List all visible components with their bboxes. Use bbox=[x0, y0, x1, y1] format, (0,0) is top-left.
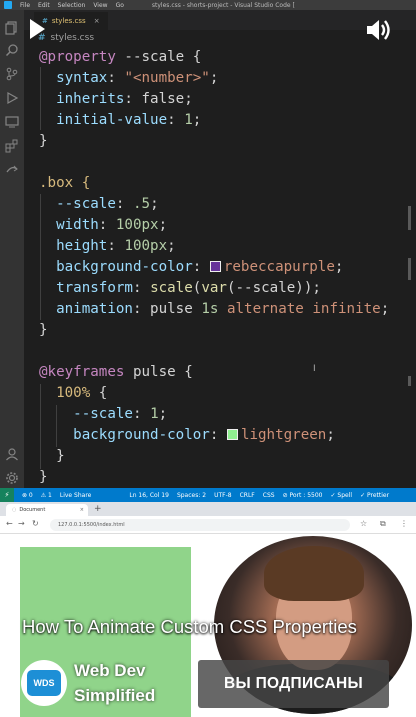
play-icon[interactable] bbox=[28, 18, 46, 40]
live-share-icon[interactable] bbox=[5, 162, 19, 176]
code-line: @keyframes pulse { bbox=[39, 364, 193, 380]
status-language[interactable]: CSS bbox=[263, 492, 275, 499]
status-bar: ⚡ ⊗ 0 ⚠ 1 Live Share Ln 16, Col 19 Space… bbox=[0, 488, 416, 502]
code-line: } bbox=[39, 322, 48, 338]
remote-explorer-icon[interactable] bbox=[5, 114, 19, 128]
code-editor[interactable]: @property --scale { syntax: "<number>"; … bbox=[24, 46, 404, 488]
scroll-mark bbox=[408, 376, 411, 386]
breadcrumb: # styles.css bbox=[38, 30, 94, 46]
remote-indicator-icon[interactable]: ⚡ bbox=[0, 488, 14, 502]
code-line: } bbox=[39, 448, 65, 464]
code-line: background-color: lightgreen; bbox=[39, 427, 335, 443]
extensions-puzzle-icon[interactable]: ⧉ bbox=[380, 519, 386, 529]
menu-edit[interactable]: Edit bbox=[38, 2, 50, 9]
page-favicon-icon: ◌ bbox=[12, 507, 17, 513]
status-spaces[interactable]: Spaces: 2 bbox=[177, 492, 206, 499]
forward-icon[interactable]: → bbox=[18, 519, 25, 528]
scroll-mark bbox=[408, 206, 411, 230]
code-line: } bbox=[39, 133, 48, 149]
window-titlebar: File Edit Selection View Go styles.css -… bbox=[0, 0, 416, 10]
activity-bar bbox=[0, 10, 24, 488]
browser-tab-close-icon[interactable]: × bbox=[80, 507, 84, 513]
accounts-icon[interactable] bbox=[5, 446, 19, 461]
window-title: styles.css - shorts-project - Visual Stu… bbox=[151, 1, 295, 9]
code-line: inherits: false; bbox=[39, 91, 193, 107]
code-line: .box { bbox=[39, 175, 91, 191]
status-warnings[interactable]: ⚠ 1 bbox=[41, 492, 52, 499]
code-line: --scale: 1; bbox=[39, 406, 168, 422]
status-live-share[interactable]: Live Share bbox=[60, 492, 91, 499]
status-prettier[interactable]: ✓ Prettier bbox=[360, 492, 389, 499]
source-control-icon[interactable] bbox=[5, 66, 19, 81]
code-line: transform: scale(var(--scale)); bbox=[39, 280, 321, 296]
browser-tab-strip: ◌ Document × + bbox=[0, 502, 416, 516]
scroll-mark bbox=[408, 258, 411, 280]
code-line: @property --scale { bbox=[39, 49, 202, 65]
code-line: height: 100px; bbox=[39, 238, 176, 254]
code-line: width: 100px; bbox=[39, 217, 168, 233]
status-spell[interactable]: ✓ Spell bbox=[331, 492, 353, 499]
channel-name[interactable]: Web Dev Simplified bbox=[74, 658, 184, 708]
subscribe-button[interactable]: ВЫ ПОДПИСАНЫ bbox=[198, 660, 389, 708]
presenter-hair bbox=[264, 546, 364, 601]
new-tab-icon[interactable]: + bbox=[94, 504, 102, 514]
extensions-icon[interactable] bbox=[5, 138, 19, 153]
color-swatch-lightgreen[interactable] bbox=[226, 429, 238, 440]
editor-scrollbar[interactable] bbox=[404, 46, 416, 488]
tab-label: styles.css bbox=[51, 17, 86, 25]
explorer-icon[interactable] bbox=[5, 20, 19, 35]
color-swatch-rebeccapurple[interactable] bbox=[209, 261, 221, 272]
status-port[interactable]: ⊘ Port : 5500 bbox=[283, 492, 323, 499]
breadcrumb-file[interactable]: styles.css bbox=[51, 33, 94, 43]
menu-view[interactable]: View bbox=[93, 2, 107, 9]
back-icon[interactable]: ← bbox=[6, 519, 13, 528]
tab-close-icon[interactable]: × bbox=[94, 17, 100, 25]
editor-tab-row: # styles.css × bbox=[24, 10, 416, 30]
vscode-logo-icon bbox=[4, 1, 12, 9]
code-line: } bbox=[39, 469, 48, 485]
address-bar[interactable]: 127.0.0.1:5500/index.html bbox=[50, 519, 350, 531]
browser-toolbar: ← → ↻ 127.0.0.1:5500/index.html ☆ ⧉ ⋮ bbox=[0, 516, 416, 534]
menu-selection[interactable]: Selection bbox=[58, 2, 86, 9]
status-eol[interactable]: CRLF bbox=[240, 492, 255, 499]
browser-menu-icon[interactable]: ⋮ bbox=[400, 519, 408, 528]
browser-tab-title: Document bbox=[19, 507, 46, 513]
video-title[interactable]: How To Animate Custom CSS Properties bbox=[22, 616, 357, 638]
code-line: animation: pulse 1s alternate infinite; bbox=[39, 301, 390, 317]
settings-gear-icon[interactable] bbox=[5, 470, 19, 484]
status-errors[interactable]: ⊗ 0 bbox=[22, 492, 33, 499]
code-line: background-color: rebeccapurple; bbox=[39, 259, 344, 275]
code-line: syntax: "<number>"; bbox=[39, 70, 219, 86]
code-line: --scale: .5; bbox=[39, 196, 159, 212]
address-text: 127.0.0.1:5500/index.html bbox=[58, 522, 125, 528]
search-icon[interactable] bbox=[5, 42, 19, 57]
code-line: initial-value: 1; bbox=[39, 112, 202, 128]
menu-file[interactable]: File bbox=[20, 2, 30, 9]
channel-avatar[interactable]: WDS bbox=[21, 660, 67, 706]
reload-icon[interactable]: ↻ bbox=[32, 519, 39, 528]
speaker-icon[interactable] bbox=[364, 16, 392, 44]
channel-logo: WDS bbox=[27, 670, 61, 696]
run-debug-icon[interactable] bbox=[5, 90, 19, 105]
text-cursor-icon: I bbox=[313, 364, 316, 374]
status-cursor-position[interactable]: Ln 16, Col 19 bbox=[129, 492, 169, 499]
browser-tab[interactable]: ◌ Document × bbox=[6, 504, 88, 516]
menu-go[interactable]: Go bbox=[116, 2, 124, 9]
code-line: 100% { bbox=[39, 385, 108, 401]
status-encoding[interactable]: UTF-8 bbox=[214, 492, 232, 499]
bookmark-star-icon[interactable]: ☆ bbox=[360, 519, 367, 528]
